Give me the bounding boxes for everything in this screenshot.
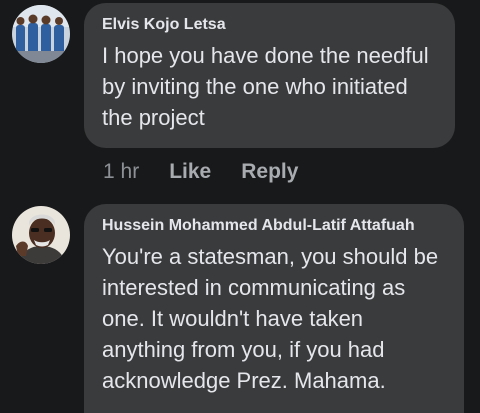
comment-author[interactable]: Elvis Kojo Letsa xyxy=(102,15,439,35)
like-button[interactable]: Like xyxy=(169,158,211,186)
comment-text: I hope you have done the needful by invi… xyxy=(102,43,429,130)
comment-timestamp[interactable]: 1 hr xyxy=(103,158,139,186)
reply-button[interactable]: Reply xyxy=(241,158,298,186)
avatar[interactable] xyxy=(12,206,70,264)
comment-bubble: Hussein Mohammed Abdul-Latif Attafuah Yo… xyxy=(84,204,464,413)
avatar[interactable] xyxy=(12,5,70,63)
comment-text: You're a statesman, you should be intere… xyxy=(102,244,439,393)
comment-author[interactable]: Hussein Mohammed Abdul-Latif Attafuah xyxy=(102,216,448,236)
comment-bubble: Elvis Kojo Letsa I hope you have done th… xyxy=(84,3,455,148)
comment-thread: Elvis Kojo Letsa I hope you have done th… xyxy=(0,0,480,413)
comment-actions: 1 hr Like Reply xyxy=(103,158,328,186)
